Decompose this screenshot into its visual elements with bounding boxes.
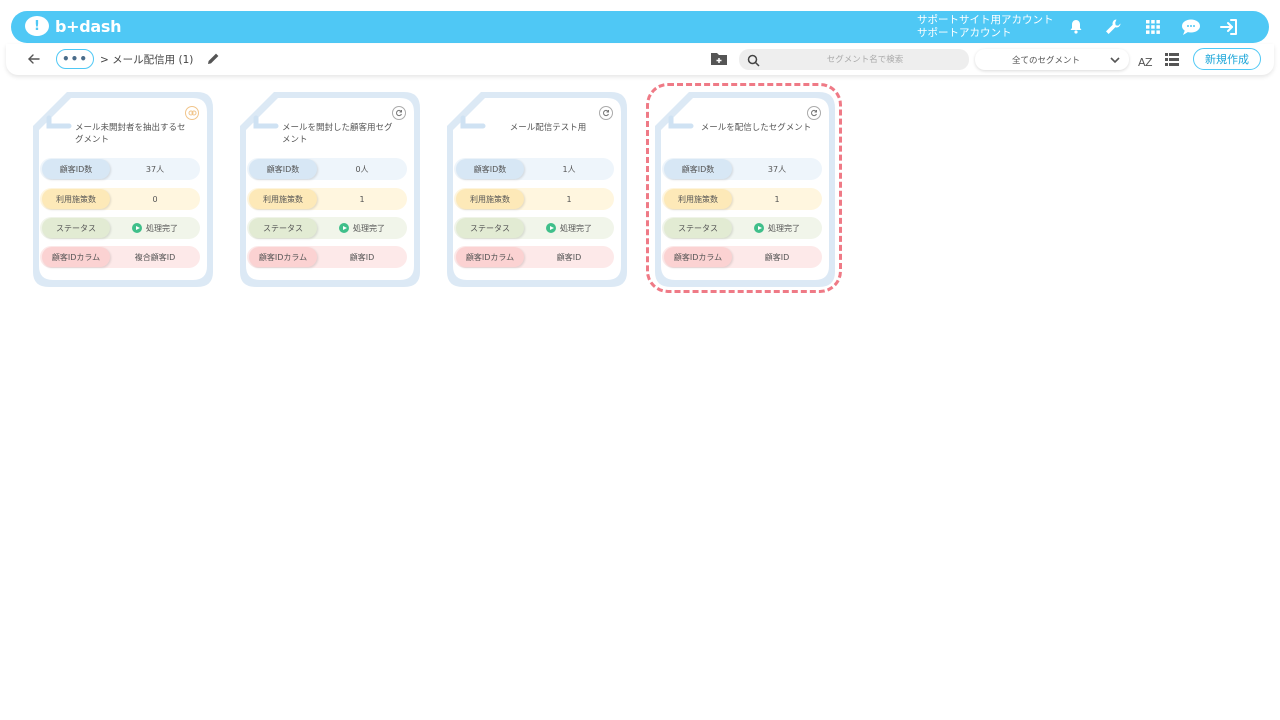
customer-count-row: 顧客ID数 0人 bbox=[247, 158, 407, 180]
campaign-count-row: 利用施策数 1 bbox=[454, 188, 614, 210]
segment-title: メール配信テスト用 bbox=[509, 123, 587, 133]
wrench-icon[interactable] bbox=[1102, 16, 1124, 38]
play-status-icon bbox=[546, 223, 556, 233]
customer-id-column-row: 顧客IDカラム 複合顧客ID bbox=[40, 246, 200, 268]
chevron-down-icon bbox=[1110, 56, 1120, 63]
more-dots-icon: ••• bbox=[61, 52, 88, 66]
status-value: 処理完了 bbox=[110, 223, 200, 234]
status-row: ステータス 処理完了 bbox=[247, 217, 407, 239]
status-row: ステータス 処理完了 bbox=[40, 217, 200, 239]
customer-id-column-value: 顧客ID bbox=[349, 252, 375, 262]
customer-id-column-value: 顧客ID bbox=[556, 252, 582, 262]
toolbar: ••• > メール配信用 (1) 全てのセグメント AZ 新規作成 bbox=[6, 44, 1274, 75]
logo-bubble-icon: ! bbox=[25, 16, 49, 36]
status-text: 処理完了 bbox=[146, 223, 178, 233]
customer-id-column-row: 顧客IDカラム 顧客ID bbox=[247, 246, 407, 268]
logout-icon[interactable] bbox=[1218, 16, 1240, 38]
customer-id-column-value: 複合顧客ID bbox=[134, 252, 176, 262]
segment-card[interactable]: メール未開封者を抽出するセグメント 顧客ID数 37人 利用施策数 0 ステータ… bbox=[29, 88, 217, 291]
status-text: 処理完了 bbox=[560, 223, 592, 233]
add-folder-icon[interactable] bbox=[710, 51, 728, 67]
breadcrumb-more-button[interactable]: ••• bbox=[56, 49, 94, 69]
campaign-count-label: 利用施策数 bbox=[456, 189, 524, 209]
status-label: ステータス bbox=[456, 218, 524, 238]
customer-count-label: 顧客ID数 bbox=[456, 159, 524, 179]
customer-count-label: 顧客ID数 bbox=[42, 159, 110, 179]
link-icon bbox=[185, 106, 199, 120]
campaign-count-value: 1 bbox=[566, 194, 572, 204]
customer-id-column-row: 顧客IDカラム 顧客ID bbox=[454, 246, 614, 268]
customer-id-column-label: 顧客IDカラム bbox=[42, 247, 110, 267]
customer-count-value: 37人 bbox=[145, 164, 165, 174]
segment-card[interactable]: メール配信テスト用 顧客ID数 1人 利用施策数 1 ステータス 処理完了 顧客… bbox=[443, 88, 631, 291]
customer-id-column-label: 顧客IDカラム bbox=[456, 247, 524, 267]
campaign-count-value: 0 bbox=[152, 194, 158, 204]
customer-count-row: 顧客ID数 37人 bbox=[40, 158, 200, 180]
grid-icon[interactable] bbox=[1142, 16, 1164, 38]
logo[interactable]: ! b+dash bbox=[25, 16, 122, 36]
play-status-icon bbox=[132, 223, 142, 233]
campaign-count-row: 利用施策数 1 bbox=[247, 188, 407, 210]
segment-filter-value: 全てのセグメント bbox=[1011, 55, 1080, 66]
sort-az-icon[interactable]: AZ bbox=[1138, 51, 1156, 69]
status-value: 処理完了 bbox=[524, 223, 614, 234]
chat-icon[interactable] bbox=[1180, 16, 1202, 38]
segment-title: メールを開封した顧客用セグメント bbox=[282, 123, 393, 145]
search-input[interactable] bbox=[769, 49, 961, 70]
search-box bbox=[739, 49, 969, 70]
customer-count-value: 1人 bbox=[562, 164, 576, 174]
account-info[interactable]: サポートサイト用アカウント サポートアカウント bbox=[917, 14, 1054, 40]
highlight-outline bbox=[646, 83, 842, 293]
logo-text: b+dash bbox=[55, 16, 122, 36]
customer-id-column-label: 顧客IDカラム bbox=[249, 247, 317, 267]
segment-title: メール未開封者を抽出するセグメント bbox=[75, 123, 186, 145]
top-navigation-bar: ! b+dash サポートサイト用アカウント サポートアカウント bbox=[11, 11, 1269, 43]
bell-icon[interactable] bbox=[1065, 16, 1087, 38]
status-row: ステータス 処理完了 bbox=[454, 217, 614, 239]
search-icon bbox=[747, 52, 761, 67]
pencil-icon[interactable] bbox=[206, 51, 222, 67]
customer-count-value: 0人 bbox=[355, 164, 369, 174]
segment-card[interactable]: メールを開封した顧客用セグメント 顧客ID数 0人 利用施策数 1 ステータス … bbox=[236, 88, 424, 291]
create-new-button[interactable]: 新規作成 bbox=[1193, 48, 1261, 70]
list-view-icon[interactable] bbox=[1165, 51, 1181, 67]
status-value: 処理完了 bbox=[317, 223, 407, 234]
play-status-icon bbox=[339, 223, 349, 233]
sort-az-label: AZ bbox=[1138, 56, 1153, 69]
segment-filter-select[interactable]: 全てのセグメント bbox=[975, 49, 1129, 70]
breadcrumb: > メール配信用 (1) bbox=[100, 54, 194, 66]
account-site-name: サポートサイト用アカウント bbox=[917, 14, 1054, 26]
refresh-icon bbox=[392, 106, 406, 120]
campaign-count-row: 利用施策数 0 bbox=[40, 188, 200, 210]
refresh-icon bbox=[599, 106, 613, 120]
status-label: ステータス bbox=[42, 218, 110, 238]
campaign-count-label: 利用施策数 bbox=[42, 189, 110, 209]
status-text: 処理完了 bbox=[353, 223, 385, 233]
status-label: ステータス bbox=[249, 218, 317, 238]
campaign-count-label: 利用施策数 bbox=[249, 189, 317, 209]
campaign-count-value: 1 bbox=[359, 194, 365, 204]
customer-count-row: 顧客ID数 1人 bbox=[454, 158, 614, 180]
back-arrow-icon[interactable] bbox=[26, 51, 42, 67]
account-user-name: サポートアカウント bbox=[917, 27, 1012, 39]
customer-count-label: 顧客ID数 bbox=[249, 159, 317, 179]
